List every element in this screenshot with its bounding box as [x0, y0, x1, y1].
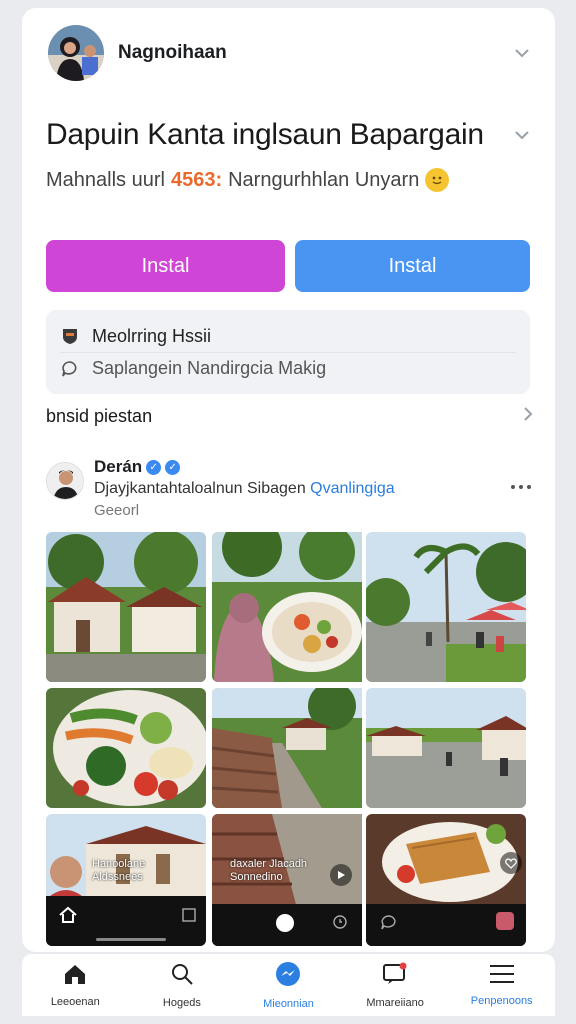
nav-messenger[interactable]: Mieonnian: [235, 954, 342, 1016]
profile-avatar[interactable]: [48, 25, 104, 81]
video-walkway[interactable]: daxaler Jlacadh Sonnedino: [212, 814, 372, 946]
subtitle-accent-number: 4563:: [170, 168, 223, 191]
info-line-badge[interactable]: Meolrring Hssii: [60, 320, 516, 352]
record-button[interactable]: [276, 914, 294, 932]
play-icon[interactable]: [330, 864, 352, 886]
photo-building-person[interactable]: Hanoolane Aldssnees: [46, 814, 206, 946]
tile-overlay-text: Hanoolane Aldssnees: [92, 858, 146, 883]
profile-header[interactable]: Nagnoihaan: [48, 24, 533, 82]
info-line-chat[interactable]: Saplangein Nandirgcia Makig: [60, 352, 516, 384]
photo-vegetables[interactable]: [46, 688, 206, 808]
info-line-1-text: Meolrring Hssii: [92, 325, 212, 346]
photo-house-garden[interactable]: [46, 532, 206, 682]
nav-notifications-label: Mmareiiano: [366, 996, 424, 1009]
chevron-down-icon[interactable]: [511, 42, 533, 64]
verified-badge-icon: ✓: [165, 459, 181, 475]
post-description: Djayjkantahtaloalnun Sibagen Qvanlingiga: [94, 480, 507, 498]
info-line-2-text: Saplangein Nandirgcia Makig: [92, 358, 327, 378]
nav-search-label: Hogeds: [162, 996, 201, 1009]
post-author-name[interactable]: Derán: [94, 457, 142, 477]
post-author-avatar[interactable]: [46, 462, 84, 500]
badge-icon: [60, 326, 80, 346]
nav-home[interactable]: Leeoenan: [22, 954, 129, 1016]
nav-menu-label: Penpenoons: [470, 994, 533, 1007]
post-description-text: Djayjkantahtaloalnun Sibagen: [94, 480, 306, 497]
comment-icon[interactable]: [380, 914, 398, 930]
chevron-right-icon[interactable]: [523, 406, 533, 427]
photo-brick-walkway[interactable]: [212, 688, 372, 808]
post-subtext: Geeorl: [94, 502, 140, 519]
photo-village-street[interactable]: [366, 688, 526, 808]
notifications-icon: [382, 962, 408, 991]
search-icon: [170, 962, 194, 991]
info-panel: Meolrring Hssii Saplangein Nandirgcia Ma…: [46, 310, 530, 394]
section-header[interactable]: bnsid piestan: [46, 404, 533, 428]
profile-name[interactable]: Nagnoihaan: [118, 42, 511, 64]
photo-fried-food[interactable]: [366, 814, 526, 946]
post-description-link[interactable]: Qvanlingiga: [310, 480, 395, 497]
photo-outdoor-market[interactable]: [366, 532, 526, 682]
video-overlay-text: daxaler Jlacadh Sonnedino: [230, 858, 308, 883]
install-button-secondary[interactable]: Instal: [295, 240, 530, 292]
photo-grid: Hanoolane Aldssnees daxaler Jlacadh Sonn…: [46, 532, 530, 948]
subtitle-text-end: Narngurhhlan Unyarn: [228, 168, 420, 191]
photo-woman-food-plate[interactable]: [212, 532, 372, 682]
clock-icon[interactable]: [332, 914, 348, 930]
chat-bubble-icon: [60, 359, 80, 379]
share-avatar-icon[interactable]: [496, 912, 514, 930]
home-icon[interactable]: [58, 906, 78, 924]
install-button-primary[interactable]: Instal: [46, 240, 285, 292]
nav-home-label: Leeoenan: [50, 995, 100, 1008]
subtitle: Mahnalls uurl 4563: Narngurhhlan Unyarn: [46, 168, 525, 192]
nav-messenger-label: Mieonnian: [263, 997, 314, 1010]
nav-notifications[interactable]: Mmareiiano: [342, 954, 449, 1016]
more-options-icon[interactable]: [507, 476, 535, 498]
page-title: Dapuin Kanta inglsaun Bapargain: [46, 118, 484, 151]
section-title: bnsid piestan: [46, 405, 153, 426]
progress-bar: [96, 938, 166, 941]
verified-badge-icon: ✓: [146, 459, 162, 475]
nav-menu[interactable]: Penpenoons: [448, 954, 555, 1016]
home-icon: [63, 963, 87, 990]
bottom-navigation: Leeoenan Hogeds Mieonnian Mmareiiano Pen…: [22, 954, 555, 1016]
menu-icon: [489, 964, 515, 989]
messenger-icon: [275, 961, 301, 992]
chevron-down-icon[interactable]: [511, 124, 533, 146]
smiling-face-icon: [425, 168, 450, 192]
main-card: Nagnoihaan Dapuin Kanta inglsaun Baparga…: [22, 8, 555, 952]
nav-search[interactable]: Hogeds: [129, 954, 236, 1016]
square-icon[interactable]: [182, 908, 196, 922]
heart-icon[interactable]: [500, 852, 522, 874]
post-header: Derán ✓ ✓ Djayjkantahtaloalnun Sibagen Q…: [46, 456, 535, 519]
subtitle-text: Mahnalls uurl: [46, 168, 165, 191]
